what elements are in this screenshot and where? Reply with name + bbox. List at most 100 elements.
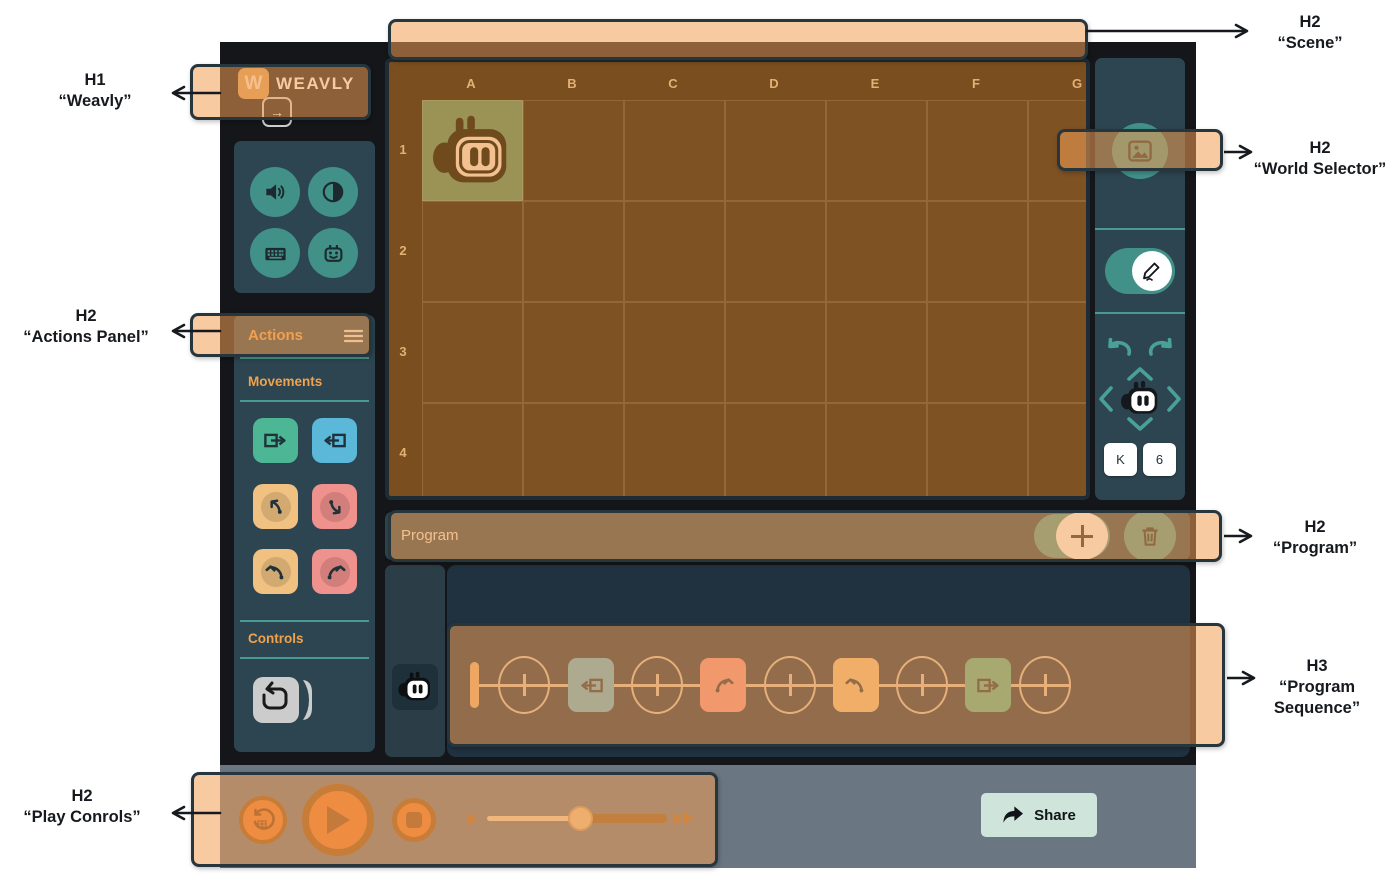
divider	[240, 620, 369, 622]
action-loop-button[interactable]	[253, 676, 319, 724]
world-key-6[interactable]: 6	[1143, 443, 1176, 476]
callout-arrow-world-selector	[1224, 144, 1262, 160]
turn-right-90-icon	[322, 559, 348, 585]
scene-cell-G2[interactable]	[1028, 201, 1090, 302]
highlight-program	[388, 510, 1222, 562]
action-forward-button[interactable]	[253, 418, 298, 463]
callout-scene: H2“Scene”	[1250, 12, 1370, 54]
scene-cell-G4[interactable]	[1028, 403, 1090, 500]
scene-cell-G3[interactable]	[1028, 302, 1090, 403]
callout-world-selector: H2“World Selector”	[1244, 138, 1396, 180]
scene-cell-C2[interactable]	[624, 201, 725, 302]
scene-cell-B2[interactable]	[523, 201, 624, 302]
robot-face-icon	[320, 240, 347, 267]
pencil-icon	[1140, 259, 1164, 283]
move-right-button[interactable]	[1166, 385, 1182, 418]
share-icon	[1002, 805, 1024, 825]
scene-column-label: D	[734, 76, 814, 91]
action-turn-left-90-button[interactable]	[253, 549, 298, 594]
rotate-left-icon	[1104, 338, 1134, 358]
rotate-right-button[interactable]	[1146, 338, 1176, 363]
scene-cell-A2[interactable]	[422, 201, 523, 302]
scene-row-label: 2	[393, 243, 413, 258]
scene-cell-C4[interactable]	[624, 403, 725, 500]
scene-cell-B4[interactable]	[523, 403, 624, 500]
backward-icon	[321, 427, 348, 454]
action-turn-left-45-button[interactable]	[253, 484, 298, 529]
scene-cell-C3[interactable]	[624, 302, 725, 403]
action-turn-right-90-button[interactable]	[312, 549, 357, 594]
callout-program: H2“Program”	[1254, 517, 1376, 559]
highlight-play-controls	[191, 772, 718, 867]
divider	[1095, 312, 1185, 314]
robot-mode-button[interactable]	[308, 228, 358, 278]
scene-cell-B1[interactable]	[523, 100, 624, 201]
callout-weavly: H1“Weavly”	[15, 70, 175, 112]
character-icon	[397, 671, 433, 704]
rotate-right-icon	[1146, 338, 1176, 358]
scene-row-label: 3	[393, 344, 413, 359]
callout-arrow-play-controls	[164, 805, 222, 821]
callout-arrow-weavly	[164, 85, 222, 101]
program-character-tile[interactable]	[392, 664, 438, 710]
callout-arrow-scene	[1086, 23, 1258, 39]
scene-cell-F3[interactable]	[927, 302, 1028, 403]
highlight-scene	[388, 19, 1088, 60]
scene-cell-D3[interactable]	[725, 302, 826, 403]
callout-program-sequence: H3“Program Sequence”	[1252, 656, 1382, 719]
robot-character-icon	[430, 112, 514, 190]
divider	[1095, 228, 1185, 230]
scene-cell-D1[interactable]	[725, 100, 826, 201]
scene-cell-E1[interactable]	[826, 100, 927, 201]
chevron-right-icon	[1166, 385, 1182, 413]
scene-cell-B3[interactable]	[523, 302, 624, 403]
action-backward-button[interactable]	[312, 418, 357, 463]
turn-left-90-icon	[263, 559, 289, 585]
loop-icon	[253, 676, 319, 724]
scene-cell-A4[interactable]	[422, 403, 523, 500]
share-label: Share	[1034, 807, 1076, 824]
controls-section-label: Controls	[248, 631, 304, 646]
scene-cell-F1[interactable]	[927, 100, 1028, 201]
draw-mode-toggle[interactable]	[1105, 248, 1175, 294]
scene-column-label: C	[633, 76, 713, 91]
chevron-left-icon	[1098, 385, 1114, 413]
share-button[interactable]: Share	[981, 793, 1097, 837]
scene-cell-E4[interactable]	[826, 403, 927, 500]
scene-cell-F4[interactable]	[927, 403, 1028, 500]
scene-cell-E2[interactable]	[826, 201, 927, 302]
scene-column-label: E	[835, 76, 915, 91]
callout-arrow-program-sequence	[1227, 670, 1265, 686]
scene-column-label: B	[532, 76, 612, 91]
scene-cell-F2[interactable]	[927, 201, 1028, 302]
divider	[240, 400, 369, 402]
character-position-icon	[1119, 380, 1161, 423]
divider	[240, 657, 369, 659]
scene-cell-C1[interactable]	[624, 100, 725, 201]
contrast-icon	[320, 179, 346, 205]
speaker-icon	[262, 179, 288, 205]
keyboard-button[interactable]	[250, 228, 300, 278]
scene-row-label: 1	[393, 142, 413, 157]
contrast-button[interactable]	[308, 167, 358, 217]
scene-character[interactable]	[430, 112, 514, 195]
scene-cell-A3[interactable]	[422, 302, 523, 403]
utility-panel	[234, 141, 375, 293]
forward-icon	[262, 427, 289, 454]
move-left-button[interactable]	[1098, 385, 1114, 418]
highlight-program-sequence	[447, 623, 1225, 747]
scene-cell-D2[interactable]	[725, 201, 826, 302]
action-turn-right-45-button[interactable]	[312, 484, 357, 529]
rotate-left-button[interactable]	[1104, 338, 1134, 363]
scene-row-label: 4	[393, 445, 413, 460]
audio-button[interactable]	[250, 167, 300, 217]
scene-cell-D4[interactable]	[725, 403, 826, 500]
scene-column-label: G	[1037, 76, 1090, 91]
scene: ABCDEFG1234	[385, 58, 1090, 500]
program-character-column	[385, 565, 445, 757]
callout-play-controls: H2“Play Conrols”	[0, 786, 164, 828]
world-key-k[interactable]: K	[1104, 443, 1137, 476]
turn-right-45-icon	[322, 494, 348, 520]
callout-actions-panel: H2“Actions Panel”	[0, 306, 172, 348]
scene-cell-E3[interactable]	[826, 302, 927, 403]
